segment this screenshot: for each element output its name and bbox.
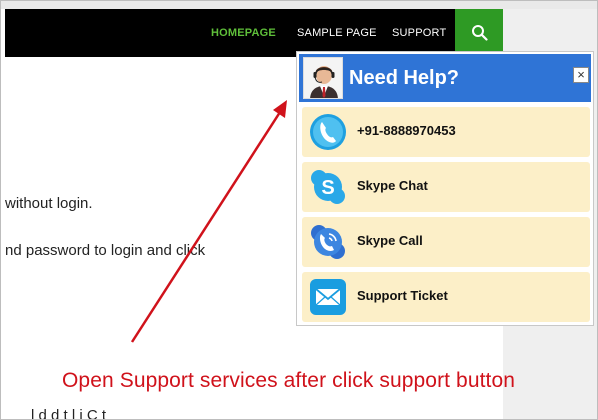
option-skype-call[interactable]: Skype Call [302, 217, 590, 267]
svg-text:S: S [321, 177, 334, 199]
option-support-ticket-label: Support Ticket [357, 288, 448, 303]
skype-icon: S [311, 170, 345, 204]
phone-icon [310, 114, 346, 150]
option-support-ticket[interactable]: Support Ticket [302, 272, 590, 322]
option-skype-chat[interactable]: S Skype Chat [302, 162, 590, 212]
help-title: Need Help? [349, 67, 460, 89]
help-header: Need Help? × [299, 54, 591, 102]
annotation-caption: Open Support services after click suppor… [62, 369, 516, 392]
option-phone[interactable]: +91-8888970453 [302, 107, 590, 157]
help-widget: Need Help? × +91-8888970453 S Skype Chat [296, 51, 594, 326]
close-button[interactable]: × [573, 67, 589, 83]
option-skype-chat-label: Skype Chat [357, 178, 428, 193]
envelope-icon [310, 279, 346, 315]
page-frame: HOMEPAGE SAMPLE PAGE SUPPORT without log… [0, 0, 598, 420]
option-skype-call-label: Skype Call [357, 233, 423, 248]
close-icon: × [577, 67, 585, 82]
skype-call-icon [311, 225, 345, 259]
option-phone-label: +91-8888970453 [357, 123, 456, 138]
support-agent-avatar [303, 57, 343, 99]
